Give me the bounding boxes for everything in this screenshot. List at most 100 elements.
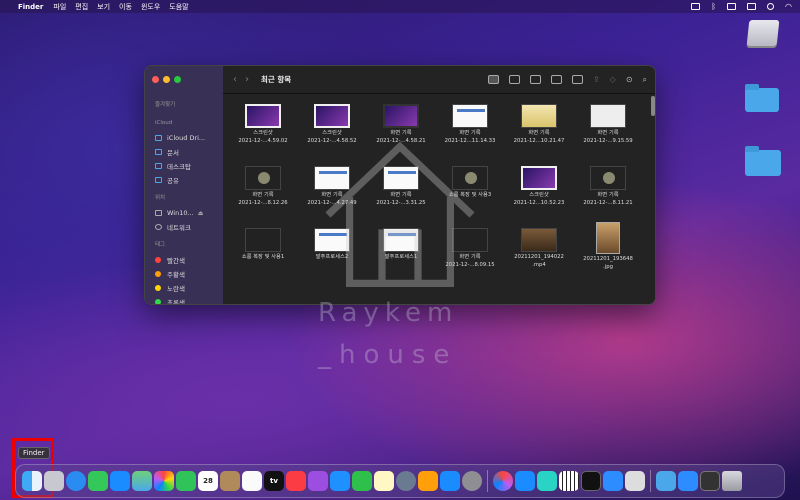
- menu-window[interactable]: 윈도우: [141, 2, 160, 12]
- gallery-view-button[interactable]: [550, 75, 562, 84]
- desktop-folder-icon[interactable]: [745, 146, 781, 176]
- file-name: 쇼룸 복장 및 사용1: [241, 254, 285, 260]
- dock-facetime-icon[interactable]: [176, 471, 196, 491]
- dock-calendar-icon[interactable]: 28: [198, 471, 218, 491]
- dock-zoom-icon[interactable]: [678, 471, 698, 491]
- dock-numbers-icon[interactable]: [352, 471, 372, 491]
- battery-icon[interactable]: [767, 3, 775, 10]
- wifi-icon[interactable]: ◠: [785, 2, 792, 11]
- dock-photos-icon[interactable]: [154, 471, 174, 491]
- file-item[interactable]: 화면 기록 2021-12-...9.15.59: [574, 104, 642, 145]
- dock-maps-icon[interactable]: [132, 471, 152, 491]
- close-button[interactable]: [152, 76, 159, 83]
- sidebar-item-win10[interactable]: Win10... ⏏: [145, 206, 223, 220]
- dock-music-icon[interactable]: [286, 471, 306, 491]
- screen-record-icon[interactable]: [691, 3, 701, 10]
- menu-view[interactable]: 보기: [97, 2, 110, 12]
- sidebar-tag-red[interactable]: 빨간색: [145, 253, 223, 267]
- icon-view-button[interactable]: [487, 75, 499, 84]
- dock-launchpad-icon[interactable]: [44, 471, 64, 491]
- file-item[interactable]: 스크린샷 2021-12-...4.59.02: [229, 104, 297, 145]
- search-icon[interactable]: ⌕: [643, 75, 647, 85]
- column-view-button[interactable]: [529, 75, 541, 84]
- dock-zoom-icon[interactable]: [603, 471, 623, 491]
- back-button[interactable]: ‹: [233, 74, 237, 85]
- desktop-folder-icon[interactable]: [745, 84, 779, 112]
- menu-file[interactable]: 파일: [53, 2, 66, 12]
- zoom-button[interactable]: [174, 76, 181, 83]
- dock-settings-icon[interactable]: [462, 471, 482, 491]
- dock-mail-icon[interactable]: [110, 471, 130, 491]
- sidebar-tag-yellow[interactable]: 노란색: [145, 281, 223, 295]
- forward-button[interactable]: ›: [245, 74, 249, 85]
- dock-messages-icon[interactable]: [88, 471, 108, 491]
- dock-finder-icon[interactable]: [22, 471, 42, 491]
- sidebar-item-network[interactable]: 네트워크: [145, 220, 223, 234]
- file-item[interactable]: 발주프로세스2: [298, 228, 366, 262]
- menu-help[interactable]: 도움말: [169, 2, 188, 12]
- bluetooth-icon[interactable]: ᛒ: [711, 2, 716, 11]
- list-view-button[interactable]: [508, 75, 520, 84]
- dock-piano-icon[interactable]: [559, 471, 579, 491]
- dock-screenshot-stack-icon[interactable]: [700, 471, 720, 491]
- dock-appstore-icon[interactable]: [440, 471, 460, 491]
- dock-app-icon[interactable]: [537, 471, 557, 491]
- file-item[interactable]: 20211201_193648 .jpg: [574, 222, 642, 271]
- sidebar-item-icloud-drive[interactable]: iCloud Dri...: [145, 131, 223, 145]
- dock-quicktime-icon[interactable]: [396, 471, 416, 491]
- share-icon[interactable]: ⇪: [593, 75, 600, 84]
- file-item[interactable]: 화면 기록 2021-12-...8.11.21: [574, 166, 642, 207]
- dock-reminders-icon[interactable]: [242, 471, 262, 491]
- file-item[interactable]: 화면 기록 2021-12-...3.31.25: [367, 166, 435, 207]
- scrollbar[interactable]: [651, 96, 655, 302]
- dock-script-editor-icon[interactable]: [625, 471, 645, 491]
- file-item[interactable]: 화면 기록 2021-12...10.21.47: [505, 104, 573, 145]
- menu-go[interactable]: 이동: [119, 2, 132, 12]
- file-item[interactable]: 스크린샷 2021-12...10.52.23: [505, 166, 573, 207]
- file-item[interactable]: 화면 기록 2021-12-...4.58.21: [367, 104, 435, 145]
- dock-safari-icon[interactable]: [66, 471, 86, 491]
- dock-app-icon[interactable]: [493, 471, 513, 491]
- dock-podcasts-icon[interactable]: [308, 471, 328, 491]
- file-item[interactable]: 쇼룸 복장 및 사용3: [436, 166, 504, 200]
- file-item[interactable]: 화면 기록 2021-12-...4.27.49: [298, 166, 366, 207]
- dock-bluetooth-icon[interactable]: [515, 471, 535, 491]
- tag-icon[interactable]: ◇: [610, 75, 616, 84]
- file-item[interactable]: 화면 기록 2021-12-...8.09.15: [436, 228, 504, 269]
- dock-activity-monitor-icon[interactable]: [581, 471, 601, 491]
- dock-trash-icon[interactable]: [722, 471, 742, 491]
- file-name: 스크린샷: [322, 130, 342, 136]
- dock-keynote-icon[interactable]: [330, 471, 350, 491]
- file-item[interactable]: 쇼룸 복장 및 사용1: [229, 228, 297, 262]
- dock-notes-icon[interactable]: [374, 471, 394, 491]
- sidebar-item-desktop[interactable]: 데스크탑: [145, 159, 223, 173]
- group-button[interactable]: [571, 75, 583, 84]
- file-item[interactable]: 발주프로세스1: [367, 228, 435, 262]
- minimize-button[interactable]: [163, 76, 170, 83]
- sidebar-tag-green[interactable]: 초록색: [145, 295, 223, 304]
- file-thumbnail: [590, 104, 626, 128]
- desktop-drive-icon[interactable]: [746, 20, 780, 46]
- file-name: 화면 기록: [252, 192, 274, 198]
- scrollbar-thumb[interactable]: [651, 96, 655, 116]
- dock-folder-icon[interactable]: [656, 471, 676, 491]
- sidebar-item-documents[interactable]: 문서: [145, 145, 223, 159]
- file-thumbnail: [314, 104, 350, 128]
- menu-app-name[interactable]: Finder: [18, 3, 43, 11]
- input-source-icon[interactable]: [747, 3, 757, 10]
- sidebar-tag-orange[interactable]: 주황색: [145, 267, 223, 281]
- file-item[interactable]: 화면 기록 2021-12...11.14.33: [436, 104, 504, 145]
- dock-appletv-icon[interactable]: tv: [264, 471, 284, 491]
- sidebar-item-shared[interactable]: 공유: [145, 173, 223, 187]
- more-options-icon[interactable]: ⊙: [626, 75, 633, 84]
- file-item[interactable]: 스크린샷 2021-12-...4.58.52: [298, 104, 366, 145]
- display-icon[interactable]: [727, 3, 737, 10]
- dock-contacts-icon[interactable]: [220, 471, 240, 491]
- eject-icon[interactable]: ⏏: [198, 210, 204, 217]
- window-title: 최근 항목: [261, 75, 292, 84]
- dock-pages-icon[interactable]: [418, 471, 438, 491]
- menu-edit[interactable]: 편집: [75, 2, 88, 12]
- tag-label: 노란색: [167, 285, 185, 293]
- file-item[interactable]: 20211201_194022 .mp4: [505, 228, 573, 269]
- file-item[interactable]: 화면 기록 2021-12-...8.12.26: [229, 166, 297, 207]
